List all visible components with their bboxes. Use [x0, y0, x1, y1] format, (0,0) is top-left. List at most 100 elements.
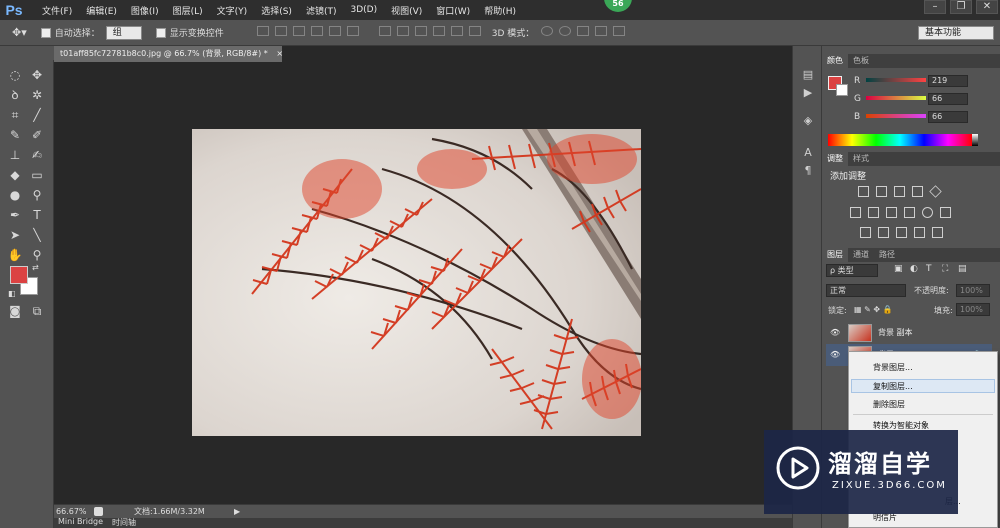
lock-icons[interactable]: ▦ ✎ ✥ 🔒 — [854, 305, 893, 314]
selective-color-icon[interactable] — [914, 227, 925, 238]
default-colors-icon[interactable]: ◧ — [8, 289, 16, 298]
opacity-field[interactable]: 100% — [956, 284, 990, 297]
move-tool-icon[interactable]: ✥ — [28, 66, 46, 84]
vibrance-icon[interactable] — [929, 185, 942, 198]
character-icon[interactable]: A — [801, 146, 815, 160]
share-icon[interactable] — [94, 507, 103, 516]
tab-mini-bridge[interactable]: Mini Bridge — [58, 517, 103, 526]
distribute-bottom-icon[interactable] — [414, 26, 427, 36]
visibility-eye-icon[interactable]: 👁 — [830, 322, 840, 344]
filter-shape-icon[interactable]: ⛶ — [942, 264, 948, 274]
menu-item-delete-layer[interactable]: 删除图层 — [873, 399, 905, 410]
align-right-icon[interactable] — [346, 26, 359, 36]
blend-mode-dropdown[interactable]: 正常 — [826, 284, 906, 297]
marquee-tool-icon[interactable]: ◌ — [6, 66, 24, 84]
color-lookup-icon[interactable] — [940, 207, 951, 218]
eyedropper-icon[interactable]: ╱ — [28, 106, 46, 124]
filter-type-icon[interactable]: T — [926, 264, 932, 274]
paragraph-icon[interactable]: ¶ — [801, 164, 815, 178]
r-slider[interactable] — [866, 78, 926, 82]
magic-wand-icon[interactable]: ✲ — [28, 86, 46, 104]
menu-window[interactable]: 窗口(W) — [436, 4, 470, 17]
workspace-dropdown[interactable]: 基本功能 — [918, 25, 994, 40]
invert-icon[interactable] — [860, 227, 871, 238]
align-hcenter-icon[interactable] — [328, 26, 341, 36]
auto-select-checkbox[interactable] — [40, 27, 51, 38]
layer-name[interactable]: 背景 副本 — [878, 322, 913, 344]
auto-select-dropdown[interactable]: 组 — [105, 25, 142, 40]
grayscale-ramp[interactable] — [972, 134, 978, 146]
tab-paths[interactable]: 路径 — [874, 248, 900, 262]
gradient-map-icon[interactable] — [932, 227, 943, 238]
status-menu-arrow-icon[interactable]: ▶ — [234, 505, 240, 518]
g-value[interactable]: 66 — [928, 93, 968, 105]
slide3d-icon[interactable] — [595, 26, 608, 36]
background-color-chip[interactable] — [836, 84, 848, 96]
fill-field[interactable]: 100% — [956, 303, 990, 316]
history-icon[interactable]: ▤ — [801, 68, 815, 82]
foreground-color-swatch[interactable] — [10, 266, 28, 284]
gradient-tool-icon[interactable]: ▭ — [28, 166, 46, 184]
type-tool-icon[interactable]: T — [28, 206, 46, 224]
brush-tool-icon[interactable]: ✐ — [28, 126, 46, 144]
healing-brush-icon[interactable]: ✎ — [6, 126, 24, 144]
layer-filter-dropdown[interactable]: ρ 类型 — [826, 264, 878, 277]
distribute-hcenter-icon[interactable] — [450, 26, 463, 36]
menu-image[interactable]: 图像(I) — [131, 4, 159, 17]
pen-tool-icon[interactable]: ✒ — [6, 206, 24, 224]
lasso-tool-icon[interactable]: ꝺ — [6, 86, 24, 104]
dodge-tool-icon[interactable]: ⚲ — [28, 186, 46, 204]
show-transform-checkbox[interactable] — [155, 27, 166, 38]
history-brush-icon[interactable]: ✍ — [28, 146, 46, 164]
brightness-icon[interactable] — [858, 186, 869, 197]
distribute-icons[interactable] — [376, 26, 484, 39]
align-icons[interactable] — [254, 26, 362, 39]
g-slider[interactable] — [866, 96, 926, 100]
document-image[interactable] — [192, 129, 641, 436]
channel-mixer-icon[interactable] — [922, 207, 933, 218]
drag3d-icon[interactable] — [577, 26, 590, 36]
distribute-top-icon[interactable] — [378, 26, 391, 36]
line-tool-icon[interactable]: ╲ — [28, 226, 46, 244]
menu-view[interactable]: 视图(V) — [391, 4, 422, 17]
tab-channels[interactable]: 通道 — [848, 248, 874, 262]
clone-stamp-icon[interactable]: ⊥ — [6, 146, 24, 164]
threshold-icon[interactable] — [896, 227, 907, 238]
color-spectrum[interactable] — [828, 134, 972, 146]
b-value[interactable]: 66 — [928, 111, 968, 123]
scale3d-icon[interactable] — [613, 26, 626, 36]
distribute-vcenter-icon[interactable] — [396, 26, 409, 36]
tab-styles[interactable]: 样式 — [848, 152, 874, 166]
swap-colors-icon[interactable]: ⇄ — [32, 263, 39, 272]
curves-icon[interactable] — [894, 186, 905, 197]
menu-file[interactable]: 文件(F) — [42, 4, 72, 17]
roll3d-icon[interactable] — [559, 26, 572, 36]
filter-pixel-icon[interactable]: ▣ — [894, 264, 903, 274]
align-left-icon[interactable] — [310, 26, 323, 36]
zoom-tool-icon[interactable]: ⚲ — [28, 246, 46, 264]
close-document-icon[interactable]: × — [276, 49, 282, 58]
hue-saturation-icon[interactable] — [850, 207, 861, 218]
color-balance-icon[interactable] — [868, 207, 879, 218]
tab-adjustments[interactable]: 调整 — [822, 152, 848, 166]
posterize-icon[interactable] — [878, 227, 889, 238]
menu-help[interactable]: 帮助(H) — [484, 4, 516, 17]
visibility-eye-icon[interactable]: 👁 — [830, 344, 840, 366]
menu-select[interactable]: 选择(S) — [261, 4, 292, 17]
black-white-icon[interactable] — [886, 207, 897, 218]
exposure-icon[interactable] — [912, 186, 923, 197]
layer-row[interactable]: 👁 背景 副本 — [826, 322, 992, 344]
tab-layers[interactable]: 图层 — [822, 248, 848, 262]
photo-filter-icon[interactable] — [904, 207, 915, 218]
tab-color[interactable]: 颜色 — [822, 54, 848, 68]
eraser-tool-icon[interactable]: ◆ — [6, 166, 24, 184]
move-tool-icon[interactable]: ✥▾ — [12, 26, 27, 39]
menu-item-background-layer[interactable]: 背景图层... — [873, 362, 913, 373]
path-select-icon[interactable]: ➤ — [6, 226, 24, 244]
b-slider[interactable] — [866, 114, 926, 118]
filter-smart-icon[interactable]: ▤ — [958, 264, 967, 274]
distribute-right-icon[interactable] — [468, 26, 481, 36]
blur-tool-icon[interactable]: ● — [6, 186, 24, 204]
mode3d-icons[interactable] — [538, 26, 628, 39]
align-bottom-icon[interactable] — [292, 26, 305, 36]
